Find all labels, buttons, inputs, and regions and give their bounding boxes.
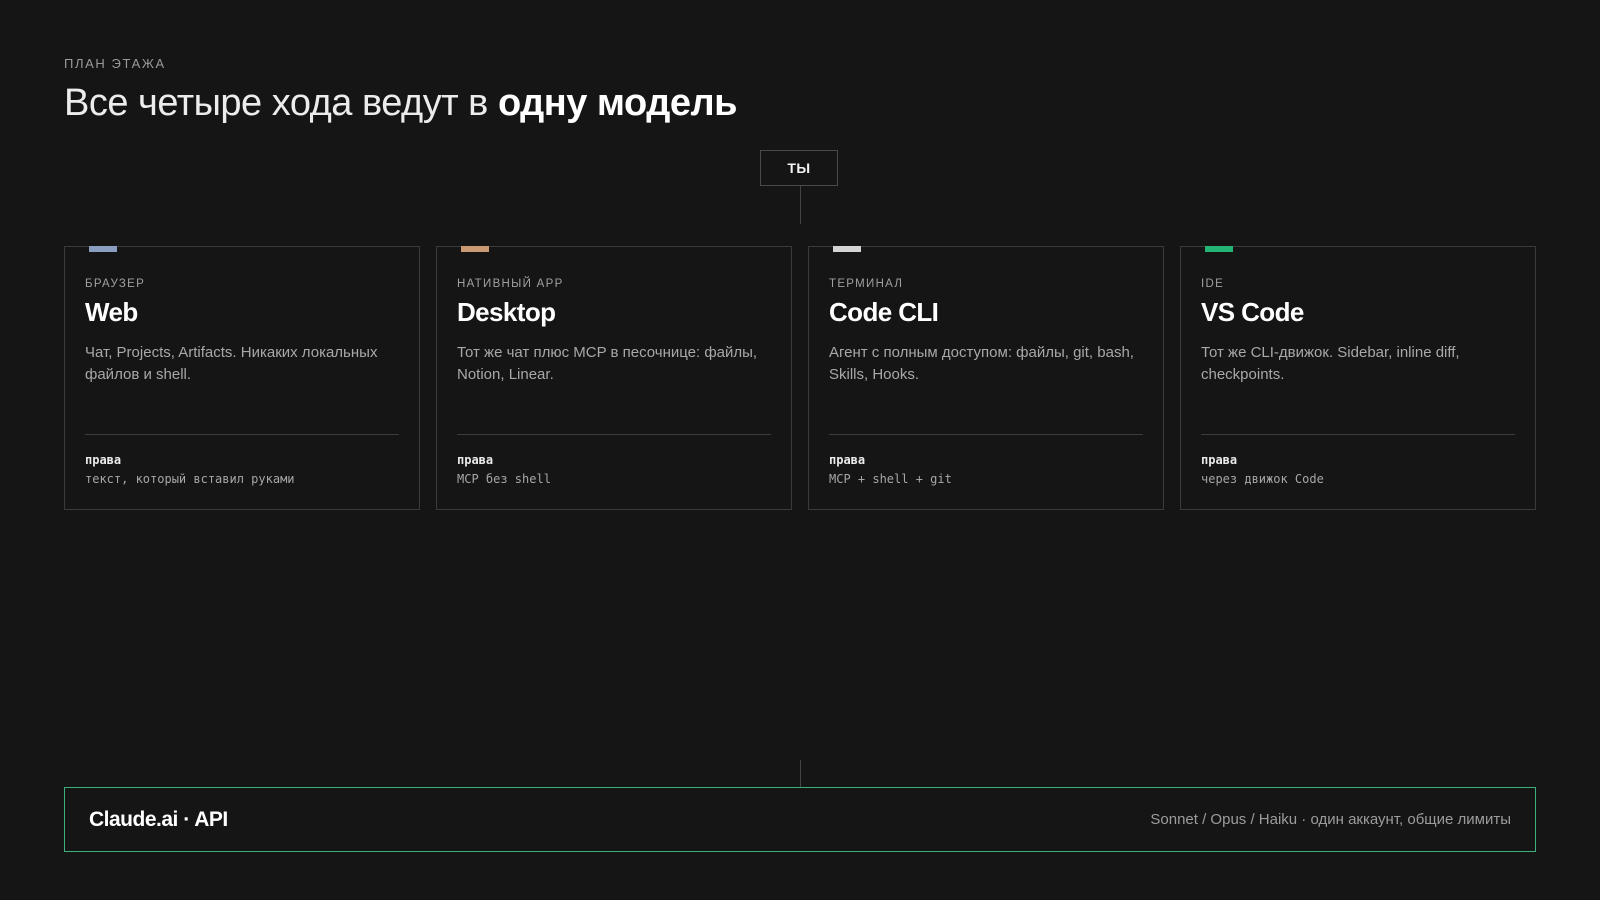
permissions-label: права [1201, 453, 1238, 467]
permissions-label: права [829, 453, 866, 467]
permissions-value: MCP без shell [457, 472, 551, 486]
card-vs-code: IDE VS Code Тот же CLI-движок. Sidebar, … [1180, 246, 1536, 510]
card-accent-bar [89, 246, 117, 252]
card-desktop: НАТИВНЫЙ APP Desktop Тот же чат плюс MCP… [436, 246, 792, 510]
card-title: Web [85, 297, 138, 327]
access-cards: БРАУЗЕР Web Чат, Projects, Artifacts. Ни… [64, 246, 1536, 510]
card-accent-bar [461, 246, 489, 252]
card-divider [85, 434, 399, 435]
footer-note: Sonnet / Opus / Haiku · один аккаунт, об… [1150, 811, 1511, 828]
page-title: Все четыре хода ведут в одну модель [64, 82, 738, 125]
card-accent-bar [1205, 246, 1233, 252]
card-title: Desktop [457, 297, 556, 327]
card-description: Тот же CLI-движок. Sidebar, inline diff,… [1201, 344, 1460, 383]
card-code-cli: ТЕРМИНАЛ Code CLI Агент с полным доступо… [808, 246, 1164, 510]
permissions-label: права [457, 453, 494, 467]
permissions-label: права [85, 453, 122, 467]
card-eyebrow: НАТИВНЫЙ APP [457, 278, 564, 290]
section-eyebrow: ПЛАН ЭТАЖА [64, 56, 166, 71]
card-divider [829, 434, 1143, 435]
title-bold-part: одну модель [497, 82, 738, 124]
card-divider [457, 434, 771, 435]
connector-line-bottom [800, 760, 801, 787]
permissions-value: текст, который вставил руками [85, 472, 295, 486]
card-eyebrow: IDE [1201, 278, 1225, 290]
card-title: Code CLI [829, 297, 939, 327]
card-title: VS Code [1201, 297, 1304, 327]
model-footer: Claude.ai · API Sonnet / Opus / Haiku · … [64, 787, 1536, 852]
card-divider [1201, 434, 1515, 435]
permissions-value: через движок Code [1201, 472, 1324, 486]
card-accent-bar [833, 246, 861, 252]
permissions-value: MCP + shell + git [829, 472, 952, 486]
card-eyebrow: ТЕРМИНАЛ [829, 278, 904, 290]
card-web: БРАУЗЕР Web Чат, Projects, Artifacts. Ни… [64, 246, 420, 510]
card-description: Агент с полным доступом: файлы, git, bas… [829, 344, 1134, 383]
card-description: Чат, Projects, Artifacts. Никаких локаль… [85, 344, 378, 383]
footer-title: Claude.ai · API [89, 807, 228, 831]
user-node: ТЫ [760, 150, 838, 186]
title-light-part: Все четыре хода ведут в [64, 82, 488, 124]
card-eyebrow: БРАУЗЕР [85, 278, 146, 290]
connector-line-top [800, 186, 801, 224]
card-description: Тот же чат плюс MCP в песочнице: файлы, … [457, 344, 758, 383]
